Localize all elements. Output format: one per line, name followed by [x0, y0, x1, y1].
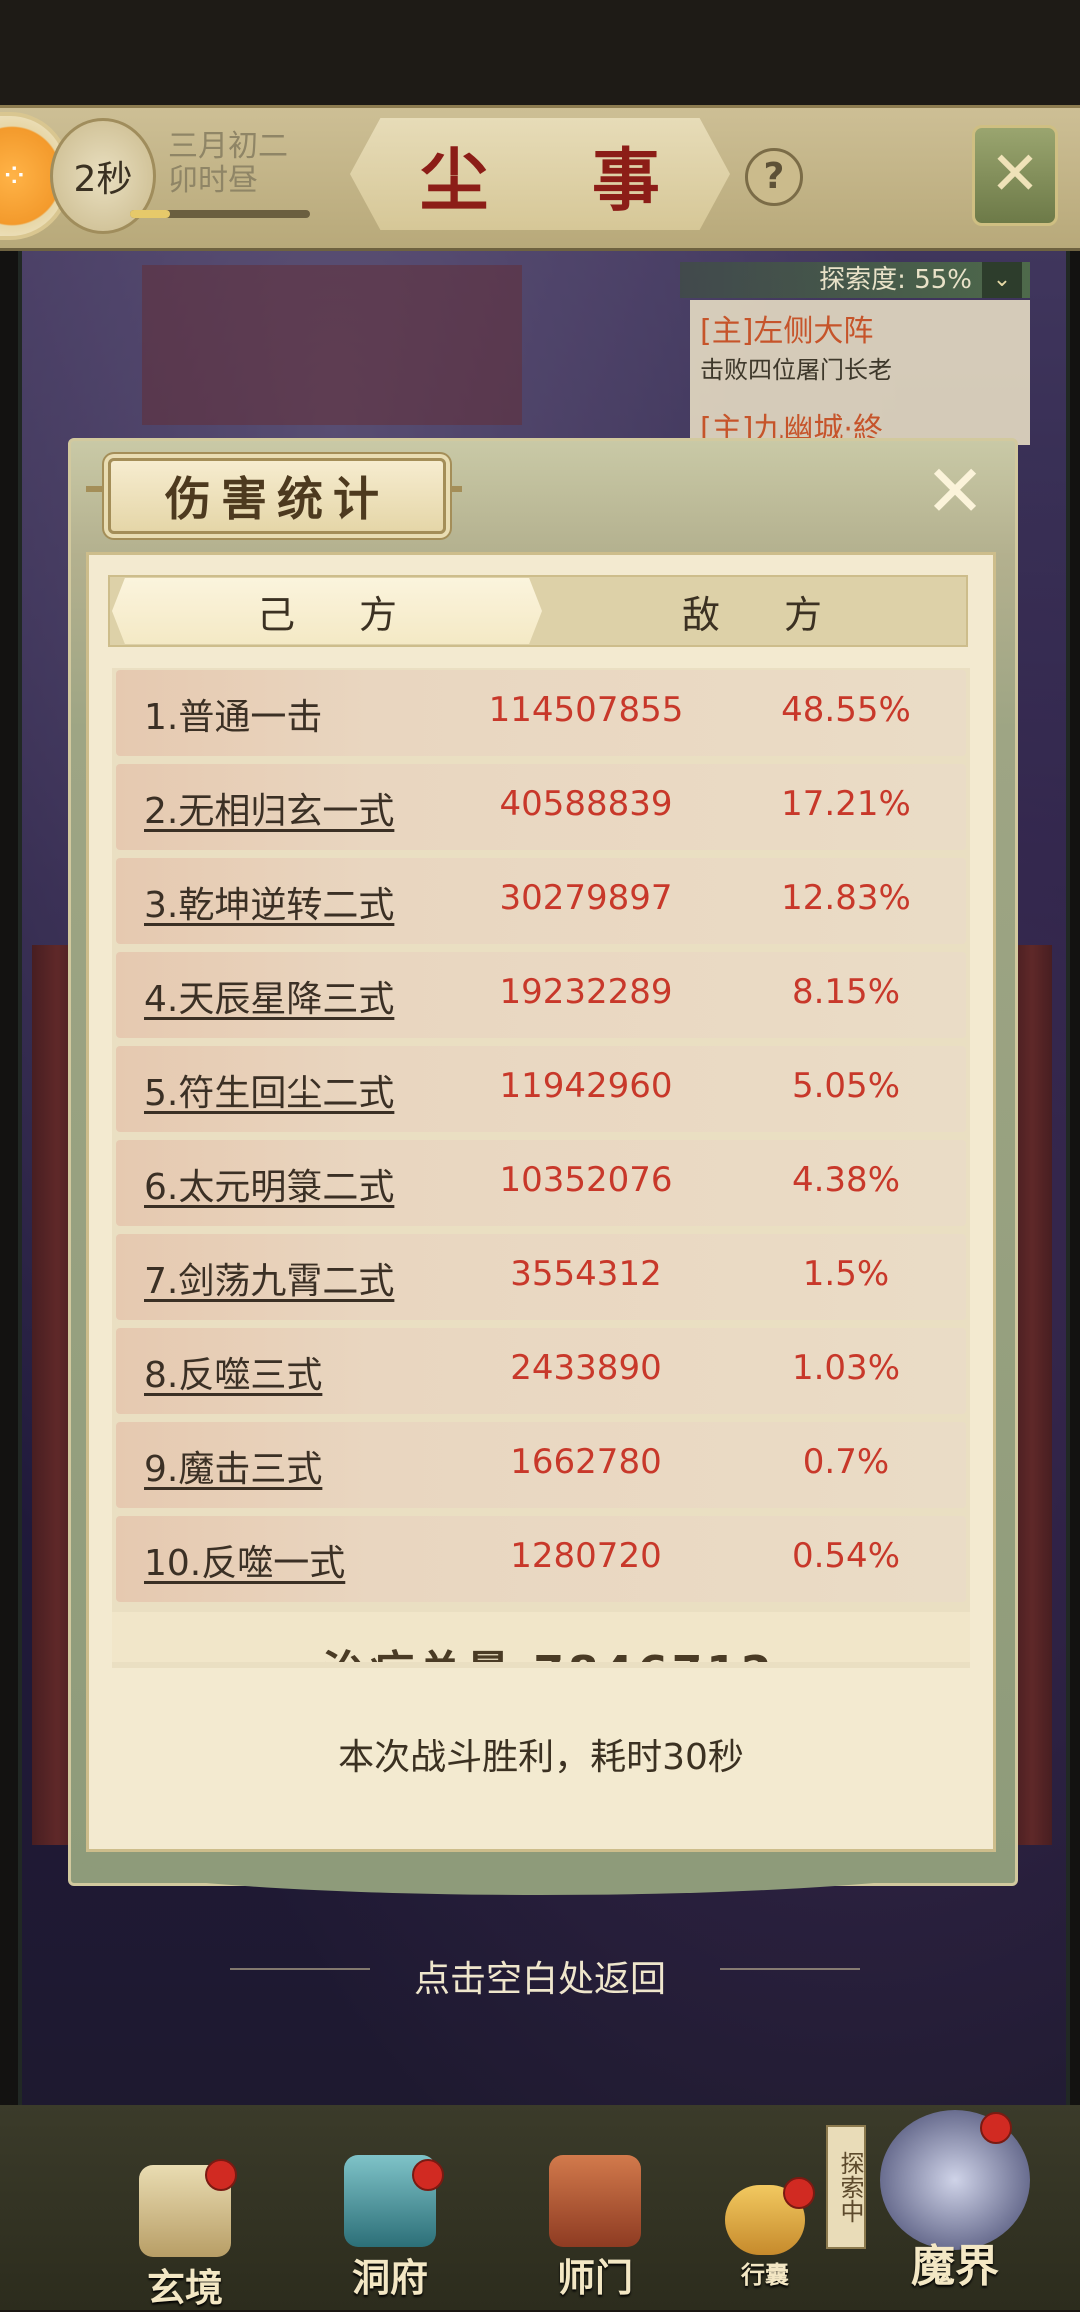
damage-percent: 0.54%: [791, 1536, 900, 1576]
plaque-ornament: [86, 486, 108, 492]
damage-percent: 17.21%: [781, 784, 911, 824]
damage-percent: 1.03%: [791, 1348, 900, 1388]
damage-percent: 1.5%: [802, 1254, 890, 1294]
table-row[interactable]: 3.乾坤逆转二式 30279897 12.83%: [116, 858, 966, 944]
damage-percent: 4.38%: [791, 1160, 900, 1200]
quest-list[interactable]: [主]左侧大阵 击败四位屠门长老 [主]九幽城·終: [690, 300, 1030, 447]
table-row[interactable]: 10.反噬一式 1280720 0.54%: [116, 1516, 966, 1602]
close-icon: ✕: [924, 449, 986, 533]
damage-table[interactable]: 1.普通一击 114507855 48.55% 2.无相归玄一式 4058883…: [112, 668, 970, 1668]
skill-name-link[interactable]: 9.魔击三式: [144, 1440, 322, 1492]
status-bar: [0, 0, 1080, 105]
table-row[interactable]: 2.无相归玄一式 40588839 17.21%: [116, 764, 966, 850]
damage-percent: 48.55%: [781, 690, 911, 730]
skill-name-link[interactable]: 6.太元明箓二式: [144, 1158, 394, 1210]
damage-value: 1280720: [510, 1536, 662, 1576]
nav-item-mojie[interactable]: 魔界: [870, 2110, 1040, 2294]
tab-enemy-side[interactable]: 敌 方: [540, 578, 964, 644]
skill-name-link[interactable]: 5.符生回尘二式: [144, 1064, 394, 1116]
exploring-badge: 探索中: [826, 2125, 866, 2249]
damage-percent: 8.15%: [791, 972, 900, 1012]
tab-own-side[interactable]: 己 方: [112, 578, 542, 644]
banner-icon: [549, 2155, 641, 2247]
skill-name-link[interactable]: 10.反噬一式: [144, 1534, 345, 1586]
damage-value: 11942960: [499, 1066, 673, 1106]
damage-value: 1662780: [510, 1442, 662, 1482]
damage-percent: 5.05%: [791, 1066, 900, 1106]
notification-dot: [783, 2177, 815, 2209]
notification-dot: [980, 2112, 1012, 2144]
table-row[interactable]: 5.符生回尘二式 11942960 5.05%: [116, 1046, 966, 1132]
skill-name-link[interactable]: 7.剑荡九霄二式: [144, 1252, 394, 1304]
notification-dot: [205, 2159, 237, 2191]
nav-item-xuanjing[interactable]: 玄境: [125, 2159, 245, 2312]
skill-name-link[interactable]: 8.反噬三式: [144, 1346, 322, 1398]
damage-value: 30279897: [499, 878, 673, 918]
close-scene-button[interactable]: ✕: [972, 125, 1058, 226]
quest-item[interactable]: [主]左侧大阵 击败四位屠门长老: [700, 306, 892, 385]
time-progress-fill: [130, 210, 170, 218]
crossed-swords-icon: ✕: [989, 139, 1041, 209]
skill-name: 1.普通一击: [144, 697, 323, 738]
game-date: 三月初二 卯时昼: [168, 129, 288, 198]
nav-item-dongfu[interactable]: 洞府: [330, 2155, 450, 2302]
return-hint[interactable]: 点击空白处返回: [0, 1950, 1080, 2002]
damage-value: 114507855: [488, 690, 684, 730]
dialog-close-button[interactable]: ✕: [920, 455, 990, 527]
damage-value: 2433890: [510, 1348, 662, 1388]
help-button[interactable]: ?: [745, 148, 803, 206]
damage-value: 40588839: [499, 784, 673, 824]
gamepad-icon: ⁘: [0, 156, 29, 196]
nav-item-xingnang[interactable]: 行囊: [705, 2177, 825, 2290]
heal-total-row: 治疗总量 7846712: [112, 1612, 970, 1662]
dialog-title: 伤害统计: [108, 458, 446, 534]
table-row[interactable]: 8.反噬三式 2433890 1.03%: [116, 1328, 966, 1414]
nav-item-shimen[interactable]: 师门: [535, 2155, 655, 2302]
skill-name-link[interactable]: 3.乾坤逆转二式: [144, 876, 394, 928]
bottom-nav: 玄境 洞府 师门 行囊 探索中 魔界: [0, 2105, 1080, 2310]
battle-result-text: 本次战斗胜利，耗时30秒: [338, 1737, 744, 1778]
skill-name-link[interactable]: 2.无相归玄一式: [144, 782, 394, 834]
skill-name-link[interactable]: 4.天辰星降三式: [144, 970, 394, 1022]
table-row[interactable]: 9.魔击三式 1662780 0.7%: [116, 1422, 966, 1508]
exploration-progress: 探索度: 55%: [680, 262, 1030, 298]
chevron-down-icon: ⌄: [992, 267, 1012, 292]
table-row[interactable]: 7.剑荡九霄二式 3554312 1.5%: [116, 1234, 966, 1320]
collapse-toggle-button[interactable]: ⌄: [982, 262, 1022, 298]
table-row[interactable]: 6.太元明箓二式 10352076 4.38%: [116, 1140, 966, 1226]
damage-value: 19232289: [499, 972, 673, 1012]
table-row[interactable]: 4.天辰星降三式 19232289 8.15%: [116, 952, 966, 1038]
damage-percent: 12.83%: [781, 878, 911, 918]
page-title: 尘 事: [350, 118, 730, 230]
notification-dot: [412, 2159, 444, 2191]
damage-percent: 0.7%: [802, 1442, 890, 1482]
table-row: 1.普通一击 114507855 48.55%: [116, 670, 966, 756]
damage-value: 3554312: [510, 1254, 662, 1294]
damage-value: 10352076: [499, 1160, 673, 1200]
